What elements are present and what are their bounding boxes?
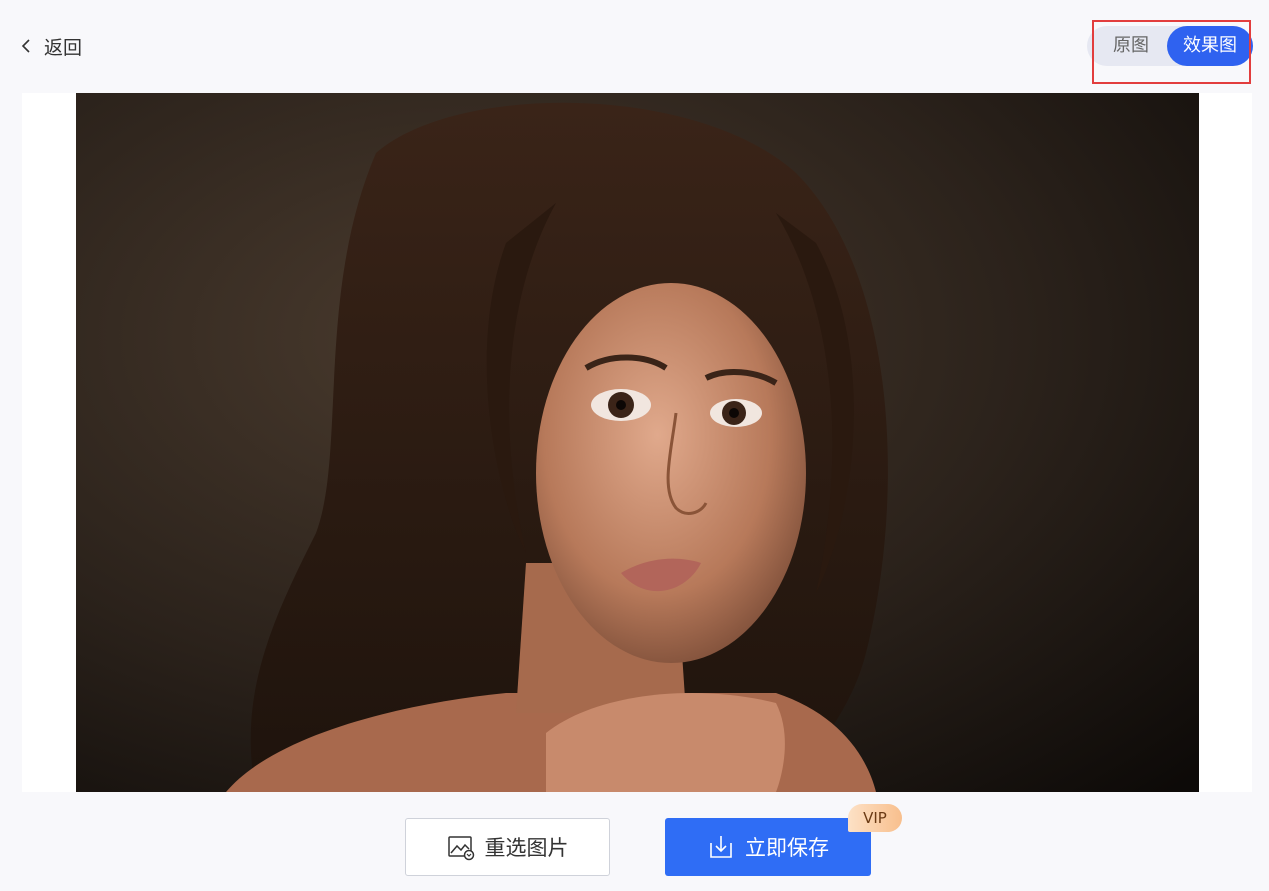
save-now-label: 立即保存 <box>745 836 829 860</box>
image-replace-icon <box>447 836 474 861</box>
download-icon <box>710 836 732 858</box>
save-now-button[interactable]: 立即保存 <box>665 818 871 876</box>
back-button[interactable]: 返回 <box>18 33 82 59</box>
back-label: 返回 <box>44 36 83 59</box>
reselect-image-button[interactable]: 重选图片 <box>405 818 610 876</box>
preview-image <box>76 93 1199 792</box>
chevron-left-icon <box>21 39 30 53</box>
reselect-image-label: 重选图片 <box>484 836 569 860</box>
preview-stage <box>22 93 1252 792</box>
toggle-highlight-box <box>1092 20 1251 84</box>
vip-badge: VIP <box>848 804 902 832</box>
